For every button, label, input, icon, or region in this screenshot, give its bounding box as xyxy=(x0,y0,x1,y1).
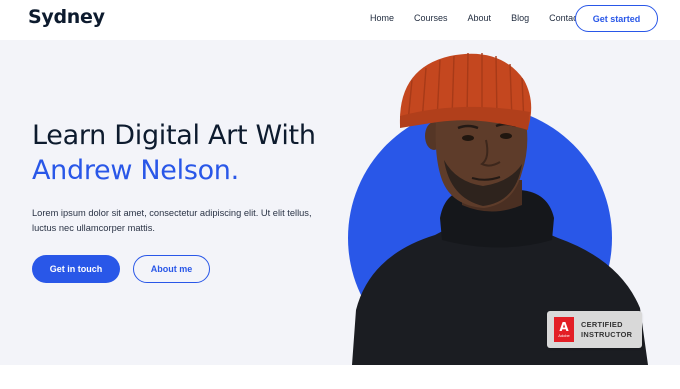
nav-item-blog[interactable]: Blog xyxy=(511,12,529,24)
badge-line2: INSTRUCTOR xyxy=(581,329,633,339)
hero-title-line2: Andrew Nelson. xyxy=(32,155,239,186)
site-header: Sydney Home Courses About Blog Contact G… xyxy=(0,0,680,40)
adobe-logo-letter: A xyxy=(559,320,569,334)
badge-text: CERTIFIED INSTRUCTOR xyxy=(581,320,632,340)
adobe-logo-icon: A Adobe xyxy=(554,317,574,342)
nav-item-about[interactable]: About xyxy=(468,12,492,24)
page-bottom-strip xyxy=(0,365,680,389)
get-started-button[interactable]: Get started xyxy=(575,5,658,32)
main-nav: Home Courses About Blog Contact xyxy=(370,12,600,24)
get-in-touch-button[interactable]: Get in touch xyxy=(32,255,120,283)
about-me-button[interactable]: About me xyxy=(133,255,210,283)
hero-description: Lorem ipsum dolor sit amet, consectetur … xyxy=(32,208,312,233)
nav-item-home[interactable]: Home xyxy=(370,12,394,24)
portrait-eye-right xyxy=(500,133,512,139)
nav-item-courses[interactable]: Courses xyxy=(414,12,448,24)
portrait-eye-left xyxy=(462,135,474,141)
adobe-logo-word: Adobe xyxy=(558,333,570,338)
certified-instructor-badge: A Adobe CERTIFIED INSTRUCTOR xyxy=(547,311,642,348)
badge-line1: CERTIFIED xyxy=(581,319,623,329)
hero-title-line1: Learn Digital Art With xyxy=(32,120,316,151)
site-logo[interactable]: Sydney xyxy=(28,6,105,28)
